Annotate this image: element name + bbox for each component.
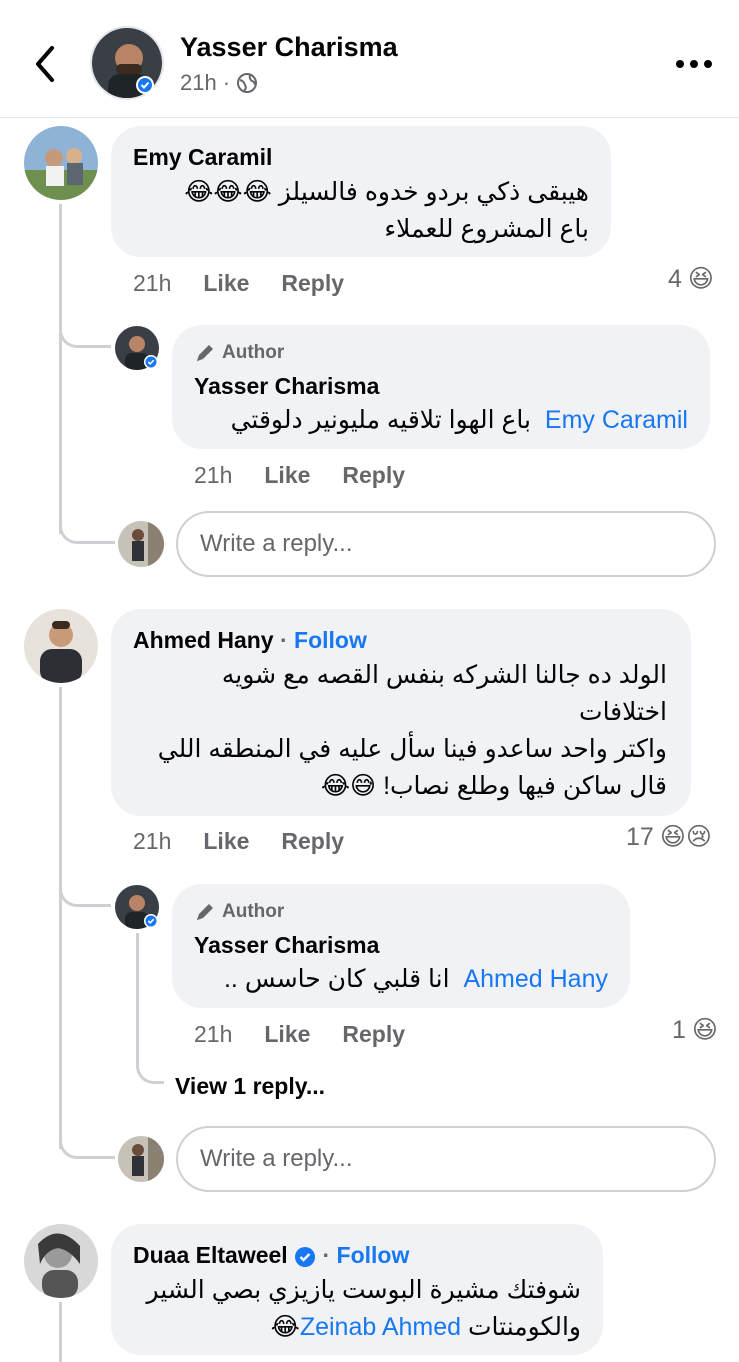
comment-text-line: والكومنتات Zeinab Ahmed😂	[271, 1309, 581, 1346]
reply-connector	[136, 1040, 164, 1084]
pen-icon	[197, 904, 213, 920]
post-time[interactable]: 21h	[180, 70, 217, 96]
commenter-name-row: Duaa Eltaweel · Follow	[133, 1242, 409, 1269]
write-reply-input[interactable]: Write a reply...	[176, 1126, 716, 1192]
reply-connector	[59, 500, 115, 544]
haha-sad-reaction-icons: 😆😢	[659, 823, 712, 851]
comment-text-body: والكومنتات	[468, 1313, 581, 1341]
reply-button[interactable]: Reply	[342, 1021, 405, 1048]
reply-text: Emy Caramil باع الهوا تلاقيه مليونير دلو…	[231, 402, 688, 439]
reply-actions: 21h Like Reply	[194, 462, 405, 489]
commenter-avatar[interactable]	[24, 126, 98, 200]
reaction-summary[interactable]: 4 😆	[668, 264, 714, 294]
reply-bubble[interactable]: Author Yasser Charisma Emy Caramil باع ا…	[172, 325, 710, 449]
comment-time[interactable]: 21h	[133, 270, 171, 297]
comment-text-line: شوفتك مشيرة البوست يازيزي بصي الشير	[146, 1276, 581, 1304]
comment-text-line: قال ساكن فيها وطلع نصاب! 😅😂	[320, 772, 667, 800]
author-badge-label: Author	[222, 342, 285, 363]
pen-icon	[197, 345, 213, 361]
commenter-name[interactable]: Emy Caramil	[133, 144, 272, 171]
my-avatar	[118, 521, 164, 567]
reply-text-body: باع الهوا تلاقيه مليونير دلوقتي	[230, 406, 532, 434]
name-separator: ·	[322, 1242, 331, 1268]
like-button[interactable]: Like	[264, 1021, 310, 1048]
more-options-button[interactable]	[672, 50, 716, 78]
reaction-summary[interactable]: 1 😆	[672, 1015, 718, 1045]
follow-button[interactable]: Follow	[294, 627, 367, 653]
reply-placeholder: Write a reply...	[200, 530, 353, 557]
haha-reaction-icon: 😆	[691, 1016, 718, 1044]
reply-connector	[59, 860, 111, 907]
meta-dot: ·	[222, 70, 231, 95]
verified-badge-icon	[295, 1246, 316, 1267]
commenter-name[interactable]: Duaa Eltaweel	[133, 1242, 288, 1268]
thread-line	[59, 204, 62, 534]
reply-actions: 21h Like Reply	[194, 1021, 405, 1048]
author-name[interactable]: Yasser Charisma	[180, 32, 398, 63]
commenter-name[interactable]: Ahmed Hany	[133, 627, 274, 653]
comment-text-line: اختلافات	[579, 698, 667, 726]
chevron-left-icon	[36, 46, 54, 82]
reply-button[interactable]: Reply	[281, 828, 344, 855]
back-button[interactable]	[28, 40, 62, 88]
write-reply-input[interactable]: Write a reply...	[176, 511, 716, 577]
comment-bubble[interactable]: Ahmed Hany · Follow الولد ده جالنا الشرك…	[111, 609, 691, 816]
reply-button[interactable]: Reply	[342, 462, 405, 489]
reply-time[interactable]: 21h	[194, 462, 232, 489]
like-button[interactable]: Like	[203, 828, 249, 855]
mention-link[interactable]: Zeinab Ahmed	[300, 1313, 461, 1341]
mention-link[interactable]: Ahmed Hany	[463, 965, 608, 993]
commenter-avatar[interactable]	[24, 1224, 98, 1298]
reaction-count: 1	[672, 1015, 686, 1044]
post-meta: 21h ·	[180, 70, 258, 96]
comment-text-line: الولد ده جالنا الشركه بنفس القصه مع شويه	[221, 661, 667, 689]
verified-badge-icon	[144, 914, 158, 928]
globe-icon	[237, 73, 258, 93]
reply-connector	[59, 300, 111, 348]
comment-actions: 21h Like Reply	[133, 828, 344, 855]
reaction-summary[interactable]: 17 😆😢	[626, 822, 712, 852]
reply-text-body: انا قلبي كان حاسس ..	[223, 965, 450, 993]
comment-text-line: هيبقى ذكي بردو خدوه فالسيلز 😂😂😂	[184, 178, 589, 206]
author-badge: Author	[194, 901, 284, 923]
reply-placeholder: Write a reply...	[200, 1145, 353, 1172]
reply-bubble[interactable]: Author Yasser Charisma Ahmed Hany انا قل…	[172, 884, 630, 1008]
view-replies-link[interactable]: View 1 reply...	[175, 1073, 325, 1100]
reply-text: Ahmed Hany انا قلبي كان حاسس ..	[224, 961, 608, 998]
nested-thread-line	[136, 933, 139, 1043]
comment-text-line: باع المشروع للعملاء	[384, 215, 589, 243]
reply-connector	[59, 1115, 115, 1159]
reply-button[interactable]: Reply	[281, 270, 344, 297]
comment-bubble[interactable]: Duaa Eltaweel · Follow شوفتك مشيرة البوس…	[111, 1224, 603, 1355]
more-dots-icon	[676, 60, 712, 68]
verified-badge-icon	[136, 76, 154, 94]
reply-time[interactable]: 21h	[194, 1021, 232, 1048]
reaction-count: 4	[668, 264, 682, 293]
comment-bubble[interactable]: Emy Caramil هيبقى ذكي بردو خدوه فالسيلز …	[111, 126, 611, 257]
reply-author-name[interactable]: Yasser Charisma	[194, 932, 379, 959]
commenter-name-row: Ahmed Hany · Follow	[133, 627, 367, 654]
thread-line	[59, 687, 62, 1149]
reaction-count: 17	[626, 822, 654, 851]
reply-author-name[interactable]: Yasser Charisma	[194, 373, 379, 400]
author-badge-label: Author	[222, 901, 285, 922]
my-avatar	[118, 1136, 164, 1182]
commenter-avatar[interactable]	[24, 609, 98, 683]
like-button[interactable]: Like	[264, 462, 310, 489]
comment-actions: 21h Like Reply	[133, 270, 344, 297]
like-button[interactable]: Like	[203, 270, 249, 297]
thread-line	[59, 1302, 62, 1362]
haha-reaction-icon: 😆	[687, 265, 714, 293]
mention-link[interactable]: Emy Caramil	[545, 406, 688, 434]
author-badge: Author	[194, 342, 284, 364]
comment-text-line: واكتر واحد ساعدو فينا سأل عليه في المنطق…	[157, 735, 667, 763]
laugh-emoji-icon: 😂	[270, 1313, 300, 1341]
comment-time[interactable]: 21h	[133, 828, 171, 855]
post-header: Yasser Charisma 21h ·	[0, 0, 739, 118]
name-separator: ·	[279, 627, 288, 653]
verified-badge-icon	[144, 355, 158, 369]
follow-button[interactable]: Follow	[337, 1242, 410, 1268]
